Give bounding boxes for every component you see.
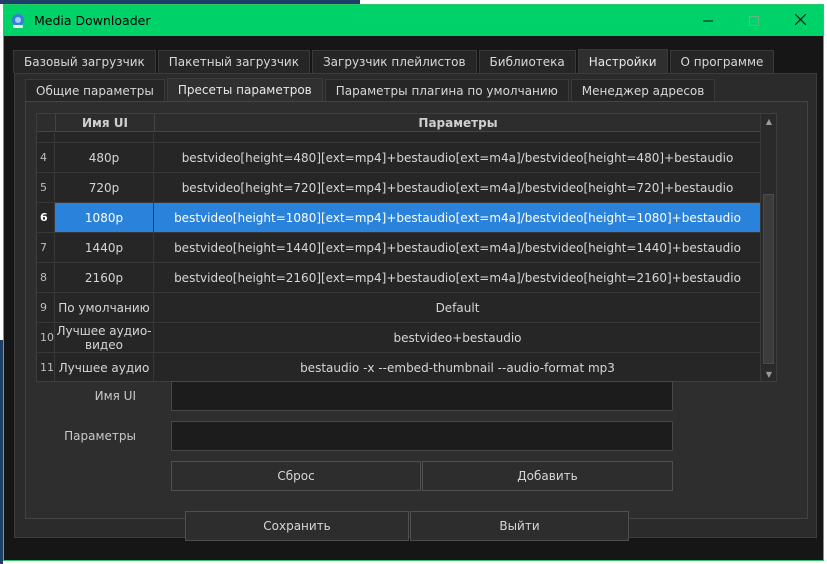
main-tab-3[interactable]: Библиотека: [478, 50, 576, 73]
scrollbar-thumb[interactable]: [763, 194, 774, 364]
settings-tab-2[interactable]: Параметры плагина по умолчанию: [324, 79, 569, 101]
table-row[interactable]: 7 1440p bestvideo[height=1440][ext=mp4]+be…: [37, 233, 761, 263]
settings-panel: Общие параметры Пресеты параметров Парамет…: [14, 73, 817, 538]
close-icon: [794, 13, 806, 28]
row-name-cell[interactable]: По умолчанию: [55, 293, 154, 322]
main-tab-5[interactable]: О программе: [669, 50, 775, 73]
minimize-button[interactable]: [685, 5, 731, 36]
app-window: Media Downloader Базовый загрузчик Пакетн…: [3, 4, 824, 561]
row-index: 8: [37, 263, 55, 292]
name-input[interactable]: [171, 381, 673, 411]
settings-tab-bar: Общие параметры Пресеты параметров Парамет…: [25, 78, 717, 101]
row-index: 9: [37, 293, 55, 322]
row-params-cell[interactable]: bestvideo[height=480][ext=mp4]+bestaudio…: [154, 143, 761, 172]
row-params-cell[interactable]: bestvideo[height=1080][ext=mp4]+bestaudi…: [154, 203, 761, 232]
row-params-cell[interactable]: bestvideo[height=2160][ext=mp4]+bestaudi…: [154, 263, 761, 292]
row-index: 10: [37, 323, 55, 352]
row-params-cell[interactable]: bestaudio -x --embed-thumbnail --audio-f…: [154, 353, 761, 381]
table-body: 4 480p bestvideo[height=480][ext=mp4]+best…: [37, 133, 761, 381]
table-row[interactable]: 8 2160p bestvideo[height=2160][ext=mp4]+be…: [37, 263, 761, 293]
table-row[interactable]: 9 По умолчанию Default: [37, 293, 761, 323]
row-name-cell[interactable]: Лучшее аудио-видео: [55, 323, 154, 352]
row-index: 11: [37, 353, 55, 381]
main-tab-4[interactable]: Настройки: [577, 49, 668, 73]
table-row[interactable]: 5 720p bestvideo[height=720][ext=mp4]+best…: [37, 173, 761, 203]
maximize-button[interactable]: [731, 5, 777, 36]
params-label: Параметры: [64, 429, 136, 443]
table-row[interactable]: 4 480p bestvideo[height=480][ext=mp4]+best…: [37, 143, 761, 173]
reset-button[interactable]: Сброс: [171, 461, 421, 491]
table-row[interactable]: 6 1080p bestvideo[height=1080][ext=mp4]+be…: [37, 203, 761, 233]
scroll-down-icon[interactable]: ▼: [761, 367, 776, 381]
table-corner: [37, 114, 55, 131]
row-name-cell[interactable]: 720p: [55, 173, 154, 202]
presets-table: Имя UI Параметры 4 480p bestvideo[height=4…: [36, 113, 777, 382]
table-header: Имя UI Параметры: [37, 114, 761, 132]
scroll-up-icon[interactable]: ▲: [761, 114, 776, 128]
settings-tab-3[interactable]: Менеджер адресов: [570, 79, 716, 101]
table-vertical-scrollbar[interactable]: ▲ ▼: [760, 114, 776, 381]
params-input[interactable]: [171, 421, 673, 451]
row-params-cell[interactable]: bestvideo[height=1440][ext=mp4]+bestaudi…: [154, 233, 761, 262]
table-row-partial: [37, 133, 761, 143]
settings-tab-0[interactable]: Общие параметры: [25, 79, 165, 101]
table-row[interactable]: 10 Лучшее аудио-видео bestvideo+bestaudio: [37, 323, 761, 353]
row-name-cell[interactable]: Лучшее аудио: [55, 353, 154, 381]
row-name-cell[interactable]: 480p: [55, 143, 154, 172]
main-tab-1[interactable]: Пакетный загрузчик: [157, 50, 310, 73]
row-params-cell[interactable]: bestvideo+bestaudio: [154, 323, 761, 352]
row-name-cell[interactable]: 2160p: [55, 263, 154, 292]
save-button[interactable]: Сохранить: [185, 511, 409, 541]
title-bar[interactable]: Media Downloader: [4, 5, 823, 36]
row-index: 5: [37, 173, 55, 202]
main-tab-bar: Базовый загрузчик Пакетный загрузчик Загру…: [13, 49, 776, 73]
row-index: 6: [37, 203, 55, 232]
window-client-area: Базовый загрузчик Пакетный загрузчик Загру…: [4, 36, 823, 560]
name-label: Имя UI: [94, 389, 136, 403]
main-tab-2[interactable]: Загрузчик плейлистов: [311, 50, 477, 73]
main-tab-0[interactable]: Базовый загрузчик: [13, 50, 156, 73]
window-title: Media Downloader: [34, 13, 151, 28]
row-index: 7: [37, 233, 55, 262]
row-params-cell[interactable]: Default: [154, 293, 761, 322]
app-logo-icon: [10, 13, 26, 29]
row-params-cell[interactable]: bestvideo[height=720][ext=mp4]+bestaudio…: [154, 173, 761, 202]
table-row[interactable]: 11 Лучшее аудио bestaudio -x --embed-thumb…: [37, 353, 761, 381]
row-index: 4: [37, 143, 55, 172]
add-button[interactable]: Добавить: [422, 461, 673, 491]
settings-tab-1[interactable]: Пресеты параметров: [166, 78, 323, 101]
column-header-name[interactable]: Имя UI: [55, 114, 154, 131]
presets-panel: Имя UI Параметры 4 480p bestvideo[height=4…: [25, 101, 808, 519]
exit-button[interactable]: Выйти: [410, 511, 629, 541]
column-header-params[interactable]: Параметры: [154, 114, 761, 131]
close-button[interactable]: [777, 5, 823, 36]
row-name-cell[interactable]: 1440p: [55, 233, 154, 262]
row-name-cell[interactable]: 1080p: [55, 203, 154, 232]
